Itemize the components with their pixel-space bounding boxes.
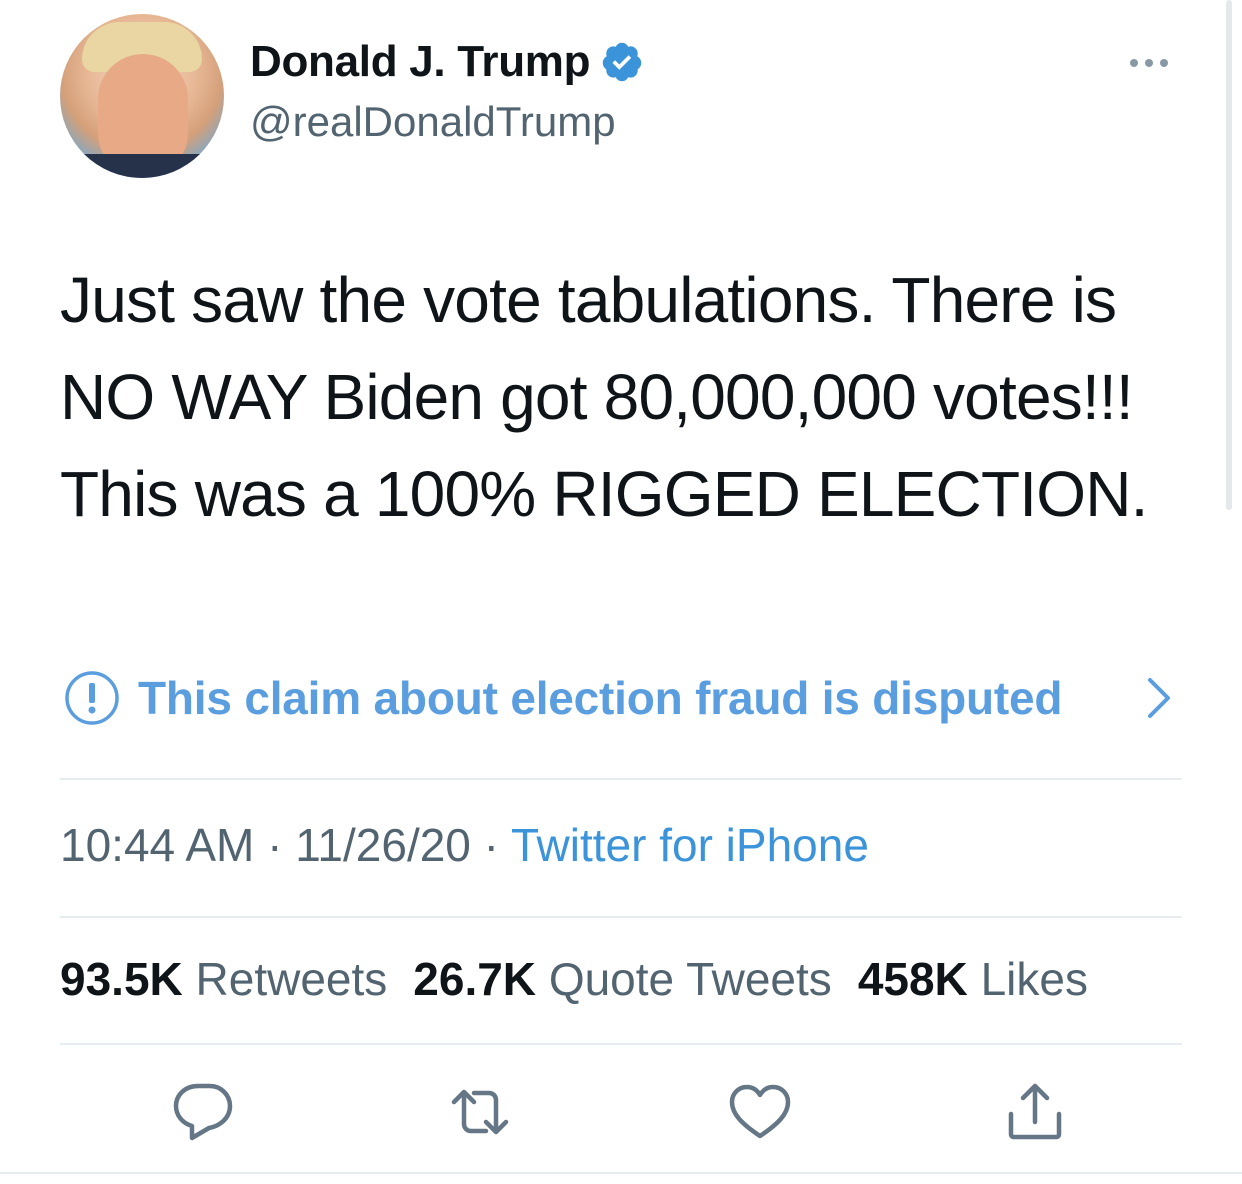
- author-name[interactable]: Donald J. Trump: [250, 37, 591, 87]
- verified-badge-icon: [602, 42, 642, 82]
- divider: [60, 778, 1182, 780]
- tweet-time: 10:44 AM: [60, 819, 255, 871]
- disputed-notice-label: This claim about election fraud is dispu…: [138, 672, 1063, 724]
- meta-separator: ·: [470, 819, 511, 871]
- like-button[interactable]: [720, 1072, 800, 1152]
- retweets-count: 93.5K: [60, 953, 183, 1005]
- exclamation-circle-icon: [65, 671, 119, 725]
- tweet-source-link[interactable]: Twitter for iPhone: [511, 819, 869, 871]
- tweet-stats: 93.5K Retweets 26.7K Quote Tweets 458K Lik…: [60, 952, 1088, 1006]
- retweet-icon: [451, 1089, 509, 1135]
- reply-icon: [173, 1083, 233, 1141]
- likes-label: Likes: [980, 953, 1088, 1005]
- author-handle[interactable]: @realDonaldTrump: [250, 98, 616, 146]
- more-options-icon[interactable]: [1130, 54, 1190, 78]
- likes-stat[interactable]: 458K Likes: [858, 953, 1088, 1005]
- share-icon: [1008, 1083, 1062, 1140]
- tweet-text: Just saw the vote tabulations. There is …: [60, 264, 1148, 530]
- divider: [60, 1043, 1182, 1045]
- chevron-right-icon: [1148, 678, 1170, 718]
- scrollbar[interactable]: [1226, 0, 1232, 510]
- likes-count: 458K: [857, 953, 968, 1005]
- tweet-header: Donald J. Trump @realDonaldTrump: [60, 14, 1190, 184]
- avatar-shoulder: [60, 154, 224, 178]
- retweets-label: Retweets: [195, 953, 388, 1005]
- divider: [60, 916, 1182, 918]
- tweet-date: 11/26/20: [295, 819, 471, 871]
- divider: [0, 1172, 1242, 1174]
- tweet-actions: [60, 1072, 1182, 1152]
- meta-separator: ·: [254, 819, 296, 871]
- name-row[interactable]: Donald J. Trump: [250, 34, 644, 90]
- quote-tweets-label: Quote Tweets: [548, 953, 832, 1005]
- quote-tweets-count: 26.7K: [413, 953, 537, 1005]
- reply-button[interactable]: [164, 1072, 244, 1152]
- quote-tweets-stat[interactable]: 26.7K Quote Tweets: [413, 953, 832, 1005]
- tweet-meta: 10:44 AM · 11/26/20 · Twitter for iPhone: [60, 818, 869, 872]
- share-button[interactable]: [995, 1072, 1075, 1152]
- retweet-button[interactable]: [440, 1072, 520, 1152]
- avatar[interactable]: [60, 14, 224, 178]
- retweets-stat[interactable]: 93.5K Retweets: [60, 953, 387, 1005]
- disputed-notice[interactable]: This claim about election fraud is dispu…: [64, 668, 1184, 728]
- like-icon: [729, 1084, 791, 1139]
